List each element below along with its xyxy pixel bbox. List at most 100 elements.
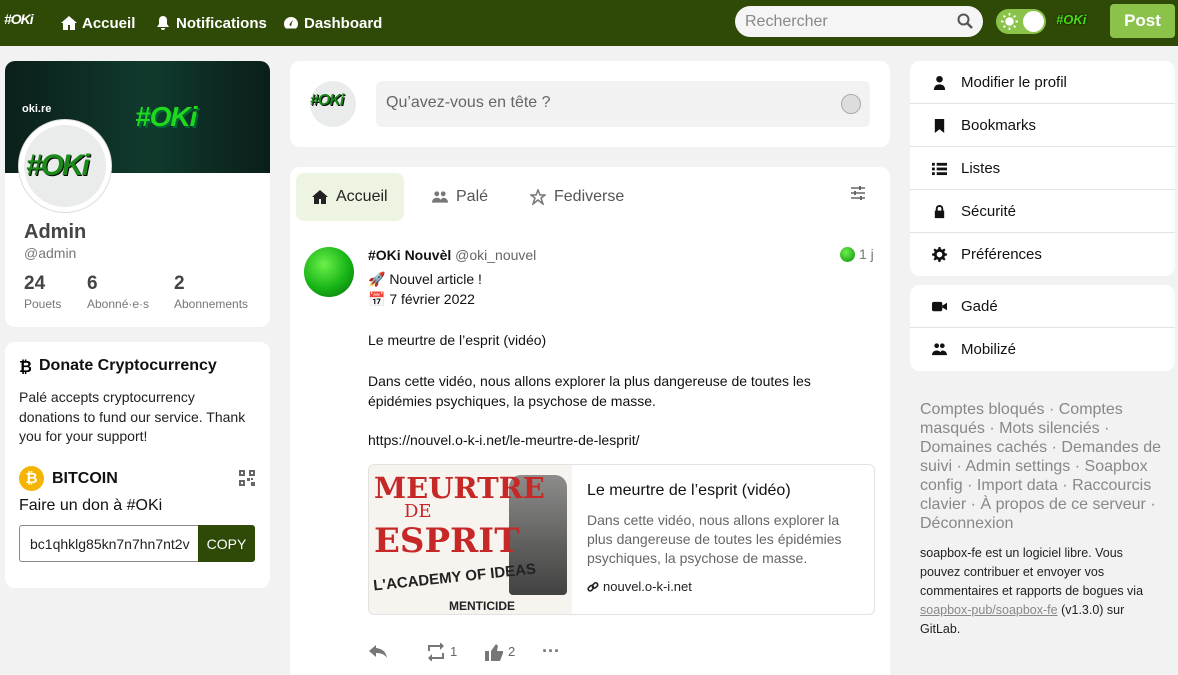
emoji-picker-icon[interactable]: [841, 94, 861, 114]
search-box[interactable]: [735, 6, 983, 37]
menu-item-groups[interactable]: Mobilizé: [910, 328, 1175, 371]
search-input[interactable]: [745, 12, 945, 31]
post-author-avatar[interactable]: [304, 247, 354, 297]
footer-note-prefix: soapbox-fe est un logiciel libre. Vous p…: [920, 546, 1144, 598]
search-icon[interactable]: [957, 13, 973, 29]
post-author[interactable]: #OKi Nouvèl @oki_nouvel: [368, 247, 536, 263]
stat-posts-value: 24: [24, 273, 46, 294]
post-timestamp[interactable]: 1 j: [840, 246, 874, 262]
home-icon: [61, 16, 77, 30]
nav-home-link[interactable]: Accueil: [61, 0, 135, 46]
footer-link-filters[interactable]: Mots silenciés: [999, 420, 1099, 437]
post-button[interactable]: Post: [1110, 4, 1175, 38]
thumb-text-esprit: ESPRIT: [374, 521, 520, 561]
tab-fediverse[interactable]: Fediverse: [514, 173, 640, 221]
menu-label-lists: Listes: [961, 159, 1001, 177]
post-link[interactable]: https://nouvel.o-k-i.net/le-meurtre-de-l…: [368, 432, 640, 448]
tab-local[interactable]: Palé: [416, 173, 504, 221]
post-line-title: Le meurtre de l’esprit (vidéo): [368, 332, 547, 348]
compose-avatar-text: #OKi: [310, 92, 344, 109]
link-preview-description: Dans cette vidéo, nous allons explorer l…: [587, 512, 842, 566]
thumb-text-meurtre: MEURTRE: [374, 471, 545, 505]
like-button[interactable]: 2: [484, 643, 542, 661]
tab-home-label: Accueil: [336, 188, 388, 205]
footer-link-logout[interactable]: Déconnexion: [920, 515, 1013, 532]
profile-card: oki.re #OKi #OKi Admin @admin 24 Pouets …: [5, 61, 270, 327]
filter-settings-icon[interactable]: [850, 185, 866, 201]
post-line-date: 📅 7 février 2022: [368, 291, 475, 307]
compose-input[interactable]: Qu’avez-vous en tête ?: [376, 81, 870, 127]
menu-item-bookmarks[interactable]: Bookmarks: [910, 104, 1175, 147]
avatar[interactable]: #OKi: [19, 120, 111, 212]
donate-description: Palé accepts cryptocurrency donations to…: [19, 389, 246, 444]
footer-link-import-data[interactable]: Import data: [977, 477, 1058, 494]
extra-menu: Gadé Mobilizé: [910, 285, 1175, 371]
menu-label-groups: Mobilizé: [961, 341, 1017, 358]
bitcoin-label: BITCOIN: [52, 469, 118, 487]
stat-followers-value: 6: [87, 273, 98, 294]
menu-item-edit-profile[interactable]: Modifier le profil: [910, 61, 1175, 104]
bitcoin-coin-icon: ₿: [19, 466, 44, 491]
stat-followers[interactable]: 6 Abonné·e·s: [87, 273, 149, 311]
link-icon: [587, 581, 599, 592]
menu-item-security[interactable]: Sécurité: [910, 190, 1175, 233]
donate-title: ₿ Donate Cryptocurrency: [19, 357, 217, 375]
reblog-button[interactable]: 1: [426, 642, 484, 661]
theme-toggle[interactable]: [996, 9, 1046, 34]
tab-home[interactable]: Accueil: [296, 173, 404, 221]
link-preview-card[interactable]: MEURTRE DE ESPRIT L'ACADEMY OF IDEAS MEN…: [368, 464, 875, 615]
donate-card: ₿ Donate Cryptocurrency Palé accepts cry…: [5, 342, 270, 588]
donate-to-text: Faire un don à #OKi: [19, 497, 163, 514]
footer-note: soapbox-fe est un logiciel libre. Vous p…: [920, 544, 1165, 639]
link-preview-thumbnail: MEURTRE DE ESPRIT L'ACADEMY OF IDEAS MEN…: [369, 465, 572, 614]
reblog-count: 1: [450, 644, 458, 659]
sun-icon: [1001, 13, 1018, 30]
nav-dashboard-link[interactable]: Dashboard: [283, 0, 382, 46]
stat-followers-label: Abonné·e·s: [87, 297, 150, 311]
banner-logo: #OKi: [135, 101, 197, 132]
menu-label-videos: Gadé: [961, 297, 998, 315]
copy-button[interactable]: COPY: [198, 525, 255, 562]
thumb-text-menticide: MENTICIDE: [449, 599, 515, 613]
reply-button[interactable]: [368, 643, 426, 661]
stat-posts-label: Pouets: [24, 297, 62, 311]
footer-repo-link[interactable]: soapbox-pub/soapbox-fe: [920, 603, 1058, 617]
tab-local-label: Palé: [456, 188, 489, 205]
footer-link-admin-settings[interactable]: Admin settings: [965, 458, 1070, 475]
nav-notifications-link[interactable]: Notifications: [155, 0, 267, 46]
post-time-text: 1 j: [859, 246, 874, 262]
footer-link-about[interactable]: À propos de ce serveur: [980, 496, 1145, 513]
more-options-button[interactable]: ···: [542, 641, 600, 662]
gear-icon: [932, 247, 947, 262]
bitcoin-address-field[interactable]: bc1qhklg85kn7n7hn7nt2v: [19, 525, 199, 562]
site-logo[interactable]: #OKi: [4, 11, 34, 27]
avatar-text: #OKi: [26, 149, 90, 182]
menu-label-edit-profile: Modifier le profil: [961, 73, 1067, 91]
donate-title-text: Donate Cryptocurrency: [39, 357, 217, 374]
menu-item-lists[interactable]: Listes: [910, 147, 1175, 190]
footer-links: Comptes bloqués · Comptes masqués · Mots…: [920, 401, 1162, 532]
footer-link-blocked[interactable]: Comptes bloqués: [920, 401, 1045, 418]
home-icon: [312, 190, 328, 204]
stat-following[interactable]: 2 Abonnements: [174, 273, 248, 311]
stat-following-value: 2: [174, 273, 185, 294]
stat-posts[interactable]: 24 Pouets: [24, 273, 61, 311]
bookmark-icon: [934, 118, 945, 133]
visibility-globe-icon: [840, 246, 855, 262]
menu-item-preferences[interactable]: Préférences: [910, 233, 1175, 276]
users-icon: [432, 191, 448, 203]
profile-name[interactable]: Admin: [24, 221, 86, 244]
feed-card: Accueil Palé Fediverse #OKi Nouvèl @oki_…: [290, 167, 890, 675]
bitcoin-row: ₿ BITCOIN: [19, 466, 118, 491]
stat-following-label: Abonnements: [174, 297, 249, 311]
profile-handle: @admin: [24, 245, 77, 261]
footer-link-domains[interactable]: Domaines cachés: [920, 439, 1047, 456]
menu-label-security: Sécurité: [961, 202, 1017, 220]
user-icon: [933, 75, 946, 90]
list-icon: [932, 162, 947, 175]
menu-item-videos[interactable]: Gadé: [910, 285, 1175, 328]
like-count: 2: [508, 644, 516, 659]
qr-code-icon[interactable]: [239, 470, 255, 486]
more-options-icon: ···: [542, 641, 560, 661]
toggle-knob: [1023, 11, 1044, 32]
